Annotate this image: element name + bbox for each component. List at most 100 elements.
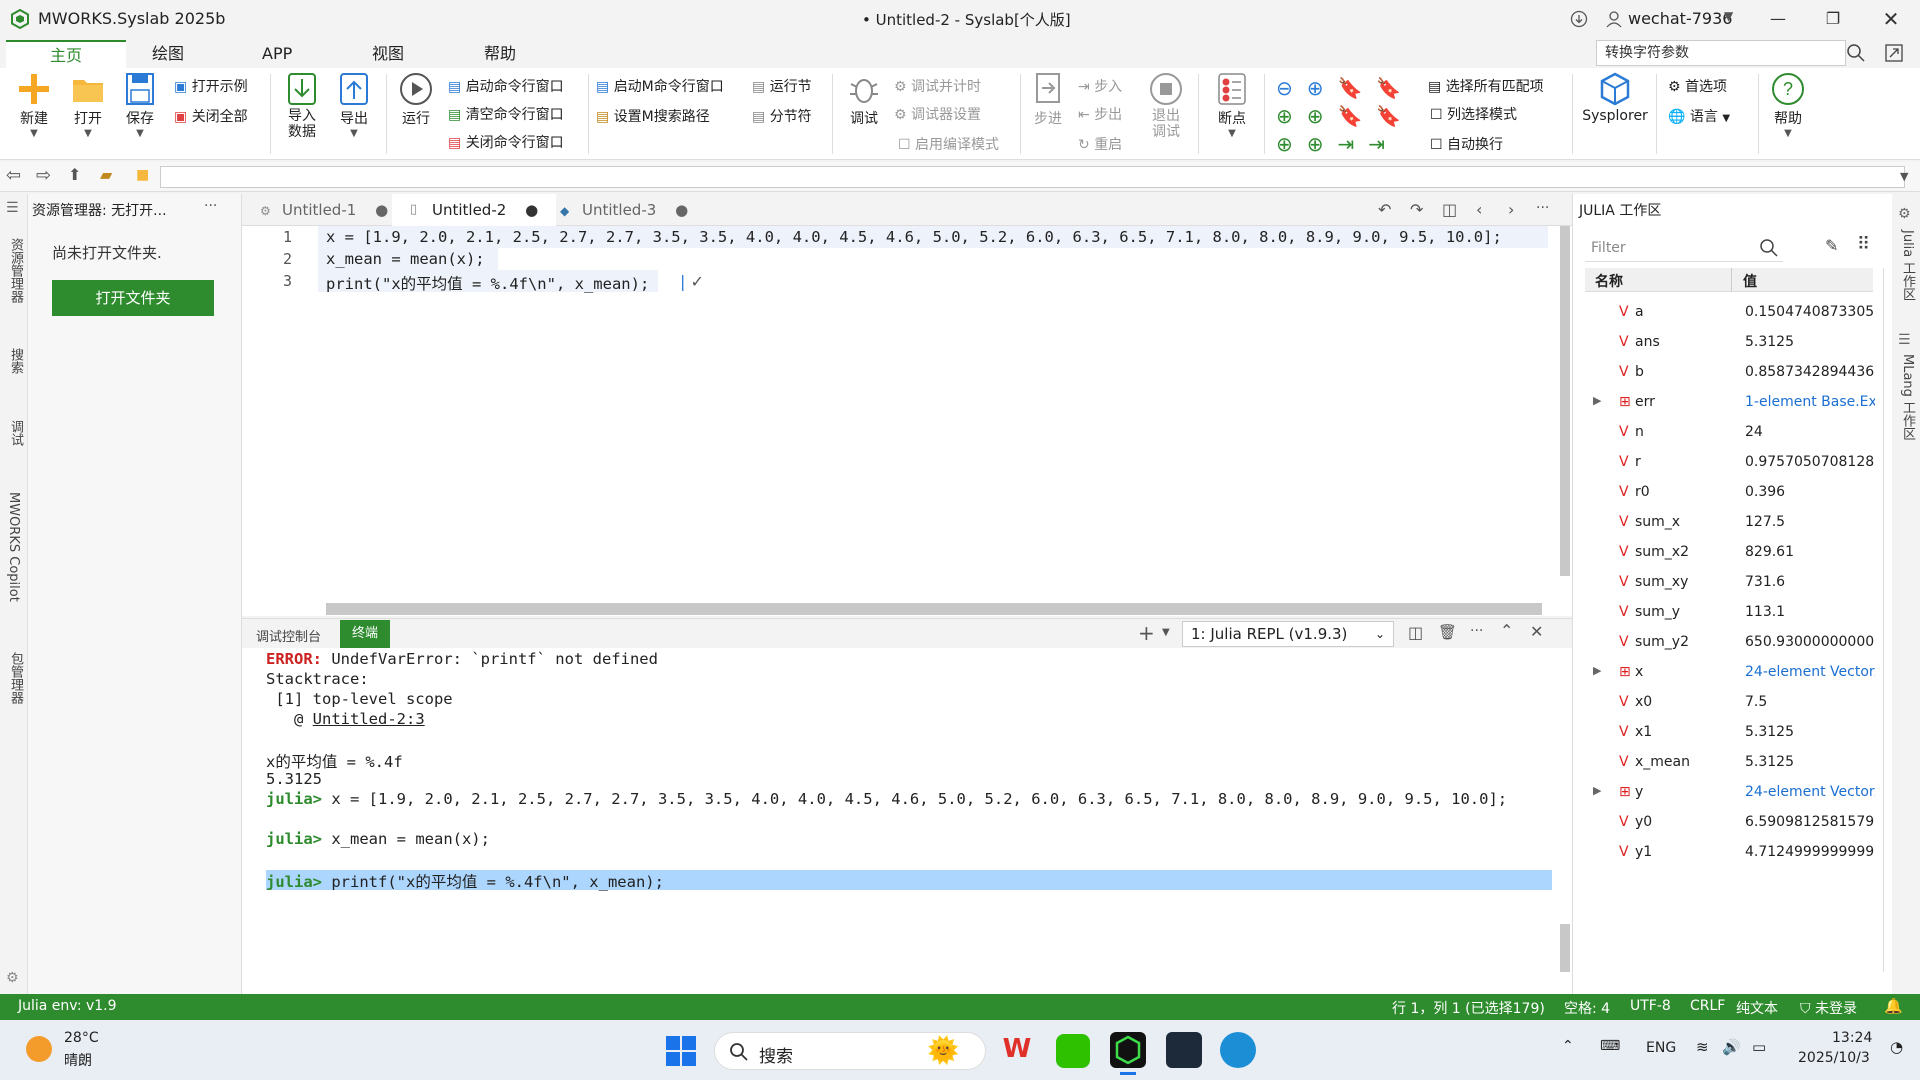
windows-start-icon[interactable] xyxy=(666,1036,696,1066)
workspace-row[interactable]: Vsum_xy 731.6 xyxy=(1593,568,1873,598)
clock-date[interactable]: 2025/10/3 xyxy=(1798,1050,1870,1066)
volume-icon[interactable]: 🔊 xyxy=(1722,1038,1741,1056)
variable-value[interactable]: 1-element Base.Ex... xyxy=(1745,394,1875,410)
activity-explorer[interactable]: 资源管理器 xyxy=(6,238,25,303)
preferences-button[interactable]: ⚙ 首选项 xyxy=(1668,76,1727,96)
workspace-row[interactable]: Vsum_y2 650.9300000000001 xyxy=(1593,628,1875,658)
back-icon[interactable]: ⇦ xyxy=(6,165,21,186)
restart-button[interactable]: ↻ 重启 xyxy=(1078,134,1122,154)
workspace-row[interactable]: Va 0.1504740873305... xyxy=(1593,298,1875,328)
julia-env[interactable]: Julia env: v1.9 xyxy=(18,998,117,1014)
clear-filter-icon[interactable]: ✎ xyxy=(1825,236,1838,255)
nav-icons-row2[interactable]: ⊕⊕🔖🔖 xyxy=(1276,104,1415,128)
expand-icon[interactable]: ▶ xyxy=(1593,394,1601,407)
open-example-button[interactable]: ▣ 打开示例 xyxy=(174,76,248,96)
user-name[interactable]: wechat-7936 xyxy=(1628,9,1732,28)
tray-chevron-up-icon[interactable]: ⌃ xyxy=(1562,1038,1574,1054)
update-icon[interactable] xyxy=(1570,10,1588,28)
tab-help[interactable]: 帮助 xyxy=(440,40,560,68)
weather-temp[interactable]: 28°C xyxy=(64,1030,99,1046)
set-m-path-button[interactable]: ▤ 设置M搜索路径 xyxy=(596,106,710,126)
breakpoint-button[interactable]: 断点 ▼ xyxy=(1208,72,1256,139)
exit-debug-button[interactable]: 退出 调试 xyxy=(1144,72,1188,140)
language-button[interactable]: 🌐 语言 ▼ xyxy=(1668,106,1730,126)
run-button[interactable]: 运行 xyxy=(394,72,438,128)
source-link[interactable]: Untitled-2:3 xyxy=(313,710,425,728)
filter-input[interactable]: Filter xyxy=(1585,234,1783,262)
right-tab-mlang-workspace[interactable]: MLang 工作区 xyxy=(1898,354,1917,440)
right-tab-julia-workspace[interactable]: Julia 工作区 xyxy=(1898,230,1917,300)
trash-icon[interactable]: 🗑 xyxy=(1438,623,1457,641)
notification-icon[interactable]: ◔ xyxy=(1890,1038,1903,1056)
minimize-button[interactable]: — xyxy=(1765,6,1791,32)
up-folder-icon[interactable]: ⬆ xyxy=(68,165,81,184)
step-in-button[interactable]: 步进 xyxy=(1026,72,1070,128)
variable-value[interactable]: 24-element Vector... xyxy=(1745,664,1875,680)
workspace-row[interactable]: Vans 5.3125 xyxy=(1593,328,1873,358)
activity-copilot[interactable]: MWORKS Copilot xyxy=(6,492,21,602)
column-select-checkbox[interactable]: ☐ 列选择模式 xyxy=(1430,104,1517,124)
taskbar-search[interactable]: 搜索 🌞 xyxy=(714,1032,986,1070)
workspace-row[interactable]: Vx_mean 5.3125 xyxy=(1593,748,1873,778)
undo-icon[interactable]: ↶ xyxy=(1378,200,1391,219)
workspace-row[interactable]: Vsum_x 127.5 xyxy=(1593,508,1873,538)
debugger-settings-button[interactable]: ⚙ 调试器设置 xyxy=(894,104,981,124)
search-icon[interactable] xyxy=(1846,43,1866,63)
activity-debug[interactable]: 调试 xyxy=(6,420,25,446)
weather-desc[interactable]: 晴朗 xyxy=(64,1050,92,1070)
edge-icon[interactable] xyxy=(1220,1032,1256,1068)
wechat-icon[interactable] xyxy=(1056,1034,1090,1068)
maximize-panel-icon[interactable]: ⌃ xyxy=(1500,621,1513,640)
workspace-row[interactable]: Vsum_y 113.1 xyxy=(1593,598,1873,628)
debug-button[interactable]: 调试 xyxy=(842,72,886,128)
clear-cmd-button[interactable]: ▤ 清空命令行窗口 xyxy=(448,104,564,124)
activity-search[interactable]: 搜索 xyxy=(6,348,25,374)
indent-spaces[interactable]: 空格: 4 xyxy=(1564,998,1610,1018)
workspace-row[interactable]: ▶ ⊞ y 24-element Vector... xyxy=(1593,778,1875,808)
next-icon[interactable]: › xyxy=(1508,200,1514,219)
sysplorer-taskbar-icon[interactable] xyxy=(1166,1032,1202,1068)
repl-select[interactable]: 1: Julia REPL (v1.9.3) ⌄ xyxy=(1182,621,1394,647)
cursor-position[interactable]: 行 1，列 1 (已选择179) xyxy=(1392,998,1545,1018)
activity-package-manager[interactable]: 包管理器 xyxy=(6,652,25,704)
expand-icon[interactable]: ▶ xyxy=(1593,784,1601,797)
close-cmd-button[interactable]: ▤ 关闭命令行窗口 xyxy=(448,132,564,152)
prev-icon[interactable]: ‹ xyxy=(1476,200,1482,219)
start-m-cmd-button[interactable]: ▤ 启动M命令行窗口 xyxy=(596,76,724,96)
compile-mode-checkbox[interactable]: ☐ 启用编译模式 xyxy=(898,134,999,154)
start-cmd-button[interactable]: ▤ 启动命令行窗口 xyxy=(448,76,564,96)
bell-icon[interactable]: 🔔 xyxy=(1884,997,1903,1015)
search-icon[interactable] xyxy=(1759,238,1779,258)
search-input[interactable]: 转换字符参数 xyxy=(1596,40,1846,66)
expand-icon[interactable]: ▶ xyxy=(1593,664,1601,677)
tab-terminal[interactable]: 终端 xyxy=(340,620,391,648)
workspace-row[interactable]: Vx1 5.3125 xyxy=(1593,718,1873,748)
maximize-button[interactable]: ❐ xyxy=(1820,6,1846,32)
vertical-scrollbar[interactable] xyxy=(1560,226,1570,576)
browse-folder-icon[interactable]: ▰ xyxy=(100,165,112,184)
path-dropdown-icon[interactable]: ▼ xyxy=(1900,170,1908,183)
code-editor[interactable]: 1 2 3 x = [1.9, 2.0, 2.1, 2.5, 2.7, 2.7,… xyxy=(242,226,1572,616)
workspace-row[interactable]: Vy1 4.7124999999999... xyxy=(1593,838,1875,868)
more-icon[interactable]: ··· xyxy=(1536,200,1549,216)
wps-icon[interactable]: W xyxy=(1000,1034,1034,1068)
workspace-row[interactable]: Vr 0.9757050708128... xyxy=(1593,448,1875,478)
tab-debug-console[interactable]: 调试控制台 xyxy=(256,626,321,645)
workspace-row[interactable]: Vb 0.8587342894436... xyxy=(1593,358,1875,388)
close-button[interactable]: ✕ xyxy=(1878,6,1904,32)
save-button[interactable]: 保存 ▼ xyxy=(118,72,162,139)
new-button[interactable]: 新建 ▼ xyxy=(10,72,58,139)
workspace-row[interactable]: ▶ ⊞err 1-element Base.Ex... xyxy=(1593,388,1875,418)
close-panel-icon[interactable]: ✕ xyxy=(1530,622,1543,641)
language-mode[interactable]: 纯文本 xyxy=(1736,998,1778,1018)
horizontal-scrollbar[interactable] xyxy=(326,603,1542,615)
export-button[interactable]: 导出 ▼ xyxy=(332,72,376,139)
step-button[interactable]: ⇥ 步入 xyxy=(1078,76,1122,96)
popout-icon[interactable] xyxy=(1884,43,1904,63)
more-icon[interactable]: ··· xyxy=(1470,623,1483,639)
auto-wrap-checkbox[interactable]: ☐ 自动换行 xyxy=(1430,134,1503,154)
redo-icon[interactable]: ↷ xyxy=(1410,200,1423,219)
select-all-matches-button[interactable]: ▤ 选择所有匹配项 xyxy=(1428,76,1544,96)
line-ending[interactable]: CRLF xyxy=(1690,998,1725,1014)
battery-icon[interactable]: ▭ xyxy=(1752,1038,1766,1056)
